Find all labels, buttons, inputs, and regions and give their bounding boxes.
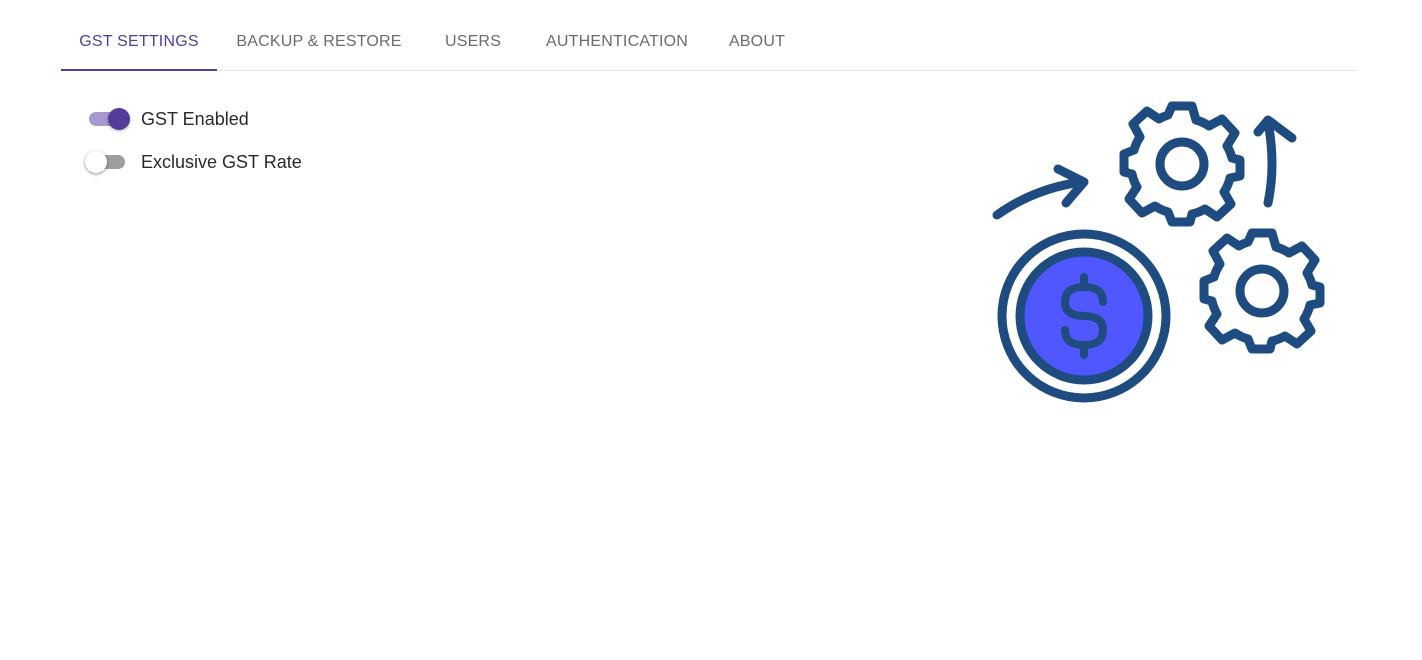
gst-illustration [992, 101, 1325, 403]
gst-enabled-switch[interactable] [84, 104, 130, 134]
settings-page: GST SETTINGS BACKUP & RESTORE USERS AUTH… [0, 0, 1422, 660]
gst-enabled-row: GST Enabled [84, 104, 302, 134]
switch-thumb [85, 151, 107, 173]
switch-thumb [108, 108, 130, 130]
exclusive-gst-rate-label[interactable]: Exclusive GST Rate [141, 152, 302, 173]
gear-icon [1199, 228, 1325, 354]
tab-backup-restore[interactable]: BACKUP & RESTORE [217, 14, 421, 70]
tab-about[interactable]: ABOUT [681, 14, 833, 70]
tab-gst-settings[interactable]: GST SETTINGS [61, 14, 217, 71]
gst-enabled-label[interactable]: GST Enabled [141, 109, 249, 130]
settings-tabs: GST SETTINGS BACKUP & RESTORE USERS AUTH… [61, 14, 1357, 71]
tab-users[interactable]: USERS [421, 14, 525, 70]
up-arrow-icon [1253, 115, 1297, 208]
gst-settings-panel: GST Enabled Exclusive GST Rate [84, 104, 302, 190]
dollar-coin-icon [997, 229, 1171, 403]
curved-arrow-icon [992, 164, 1089, 220]
exclusive-gst-rate-switch[interactable] [84, 147, 130, 177]
gear-icon [1119, 101, 1245, 227]
exclusive-gst-rate-row: Exclusive GST Rate [84, 147, 302, 177]
